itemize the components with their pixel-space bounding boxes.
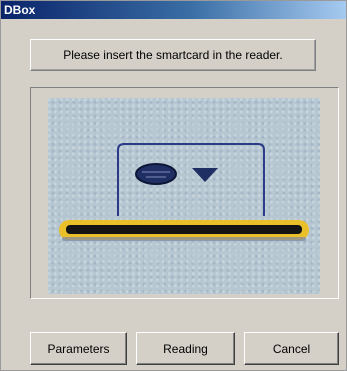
window-title: DBox [4,3,36,17]
parameters-button[interactable]: Parameters [30,332,127,365]
dbox-dialog: DBox Please insert the smartcard in the … [0,0,347,371]
instruction-text: Please insert the smartcard in the reade… [63,48,283,62]
reader-slot-shadow [62,237,306,241]
reader-slot-opening [66,225,302,234]
illustration-frame [30,87,339,299]
reading-button[interactable]: Reading [136,332,235,365]
arrow-down-icon [192,168,218,182]
title-bar: DBox [1,1,346,19]
smartcard-reader-illustration [48,98,320,294]
smartcard-insert-icon [59,143,309,241]
cancel-button[interactable]: Cancel [244,332,339,365]
card-chip-icon [135,163,177,185]
instruction-message: Please insert the smartcard in the reade… [30,39,316,71]
